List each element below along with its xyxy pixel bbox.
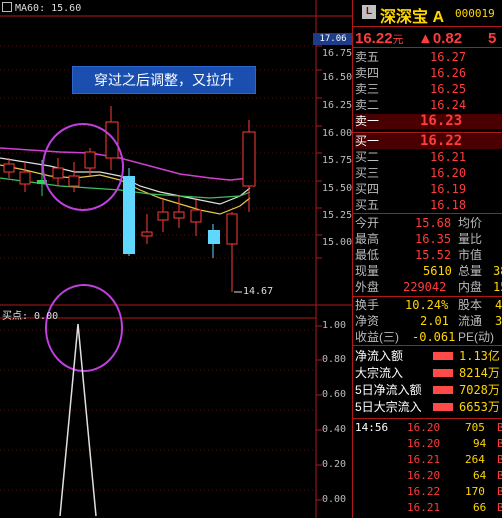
ma-label: MA60: 15.60 (2, 2, 81, 14)
stat-row: 最低 15.52 市值 (355, 248, 483, 262)
flow-bar (433, 369, 453, 377)
axis-label: 16.50 (322, 72, 353, 83)
trade-row: 14:56 16.20 705 B (355, 421, 502, 434)
axis-label: 0.20 (322, 459, 347, 470)
flow-row: 5日大宗流入 6653万 (355, 400, 500, 414)
trade-row: 16.21 264 B (407, 453, 502, 466)
low-price-marker: 14.67 (243, 286, 274, 297)
axis-label: 0.60 (322, 389, 347, 400)
axis-label: 0.80 (322, 354, 347, 365)
checkbox-icon[interactable] (2, 2, 12, 12)
trade-row: 16.22 170 B (407, 485, 502, 498)
axis-label: 16.25 (322, 100, 353, 111)
price-change: ▲0.82 (418, 30, 463, 47)
bid-level[interactable]: 买五 16.18 (355, 198, 502, 213)
stock-screen: MA60: 15.60 穿过之后调整，又拉升 14.67 17.06 16.75… (0, 0, 502, 518)
axis-label: 0.40 (322, 424, 347, 435)
axis-label: 15.00 (322, 237, 353, 248)
flow-row: 5日净流入额 7028万 (355, 383, 500, 397)
bid-level[interactable]: 买四 16.19 (355, 182, 502, 197)
buy-point-label: 买点: 0.00 (2, 311, 59, 322)
axis-label: 1.00 (322, 320, 347, 331)
stat-row: 净资 2.01 流通 3 (355, 314, 502, 328)
stat-row: 最高 16.35 量比 (355, 232, 483, 246)
ask-level[interactable]: 卖四 16.26 (355, 66, 502, 81)
stat-row: 外盘229042内盘15 (355, 280, 502, 294)
current-price: 16.22元 (355, 30, 404, 47)
axis-label: 15.25 (322, 210, 353, 221)
ask-level[interactable]: 卖二 16.24 (355, 98, 502, 113)
annotation-box: 穿过之后调整，又拉升 (72, 66, 256, 94)
price-change-pct: 5 (488, 30, 497, 47)
flow-bar (433, 352, 453, 360)
stat-row: 今开 15.68 均价 (355, 216, 483, 230)
bid-level[interactable]: 买三 16.20 (355, 166, 502, 181)
stat-row: 现量5610总量38 (355, 264, 502, 278)
ask-level[interactable]: 卖三 16.25 (355, 82, 502, 97)
bid-level[interactable]: 买一 16.22 (355, 134, 502, 149)
axis-label: 15.75 (322, 155, 353, 166)
flow-bar (433, 386, 453, 394)
trade-row: 16.20 94 B (407, 437, 502, 450)
axis-label: 16.00 (322, 128, 353, 139)
ask-level[interactable]: 卖五 16.27 (355, 50, 502, 65)
stat-row: 收益(三) -0.061 PE(动) (355, 330, 495, 344)
bid-level[interactable]: 买二 16.21 (355, 150, 502, 165)
flow-bar (433, 403, 453, 411)
axis-label: 0.00 (322, 494, 347, 505)
axis-label: 16.75 (322, 48, 353, 59)
trade-row: 16.21 66 B (407, 501, 502, 514)
axis-label: 15.50 (322, 183, 353, 194)
flow-row: 大宗流入 8214万 (355, 366, 500, 380)
trade-row: 16.20 64 B (407, 469, 502, 482)
stock-code: 000019 (455, 7, 495, 20)
stock-name: 深深宝 A (380, 9, 445, 26)
stock-logo: L (362, 5, 376, 19)
ask-level[interactable]: 卖一 16.23 (355, 114, 502, 129)
high-price-marker: 17.06 (313, 33, 353, 45)
stat-row: 换手 10.24% 股本 4 (355, 298, 502, 312)
flow-row: 净流入额 1.13亿 (355, 349, 500, 363)
